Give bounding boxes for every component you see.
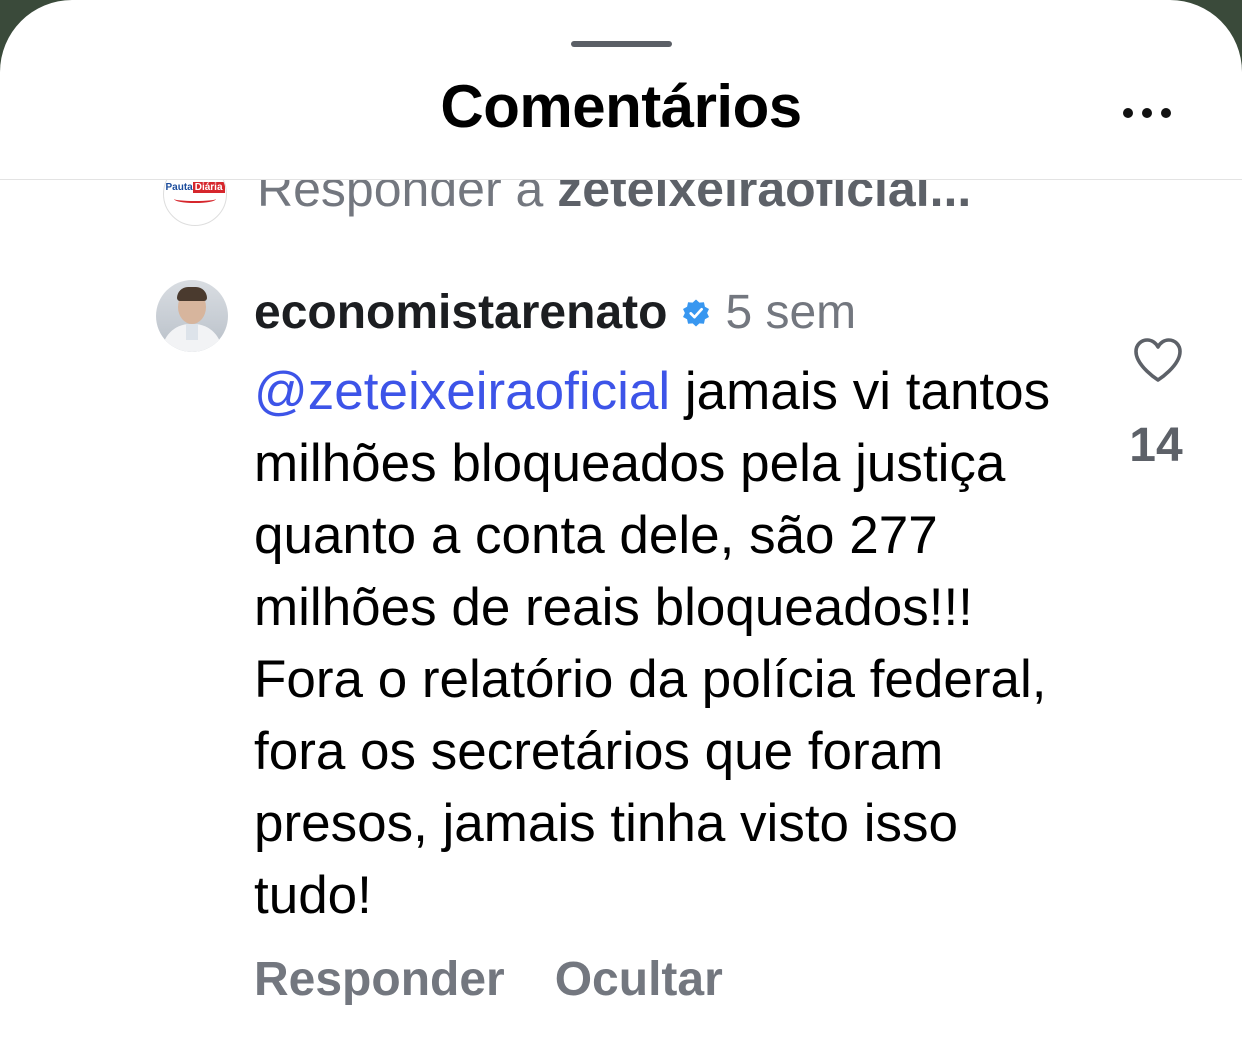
mention-link[interactable]: @zeteixeiraoficial: [254, 362, 670, 421]
my-avatar: Pauta Diária: [163, 180, 227, 226]
reply-button[interactable]: Responder: [254, 952, 505, 1007]
comments-sheet: Comentários Pauta Diária Responder a zete…: [0, 0, 1242, 1052]
pauta-diaria-logo: Pauta Diária: [165, 182, 225, 193]
reply-composer[interactable]: Pauta Diária Responder a zeteixeiraoficia…: [0, 180, 1242, 240]
comment-text: @zeteixeiraoficial jamais vi tantos milh…: [254, 356, 1054, 932]
verified-badge-icon: [683, 299, 710, 326]
comment-username[interactable]: economistarenato: [254, 285, 667, 340]
more-horizontal-icon: [1123, 108, 1133, 118]
commenter-avatar[interactable]: [156, 280, 228, 352]
comment-body-text: jamais vi tantos milhões bloqueados pela…: [254, 362, 1051, 925]
heart-icon[interactable]: [1132, 336, 1184, 384]
reply-target-user: zeteixeiraoficial...: [557, 180, 972, 217]
sheet-grabber[interactable]: [571, 41, 672, 47]
comment-meta: economistarenato 5 sem: [254, 285, 856, 345]
more-options-button[interactable]: [1112, 96, 1182, 132]
hide-button[interactable]: Ocultar: [555, 952, 723, 1007]
reply-placeholder[interactable]: Responder a zeteixeiraoficial...: [257, 180, 971, 218]
page-title: Comentários: [440, 73, 802, 140]
comment-timestamp: 5 sem: [725, 286, 857, 339]
comment-actions: Responder Ocultar: [254, 952, 723, 1007]
like-count: 14: [1129, 419, 1183, 472]
